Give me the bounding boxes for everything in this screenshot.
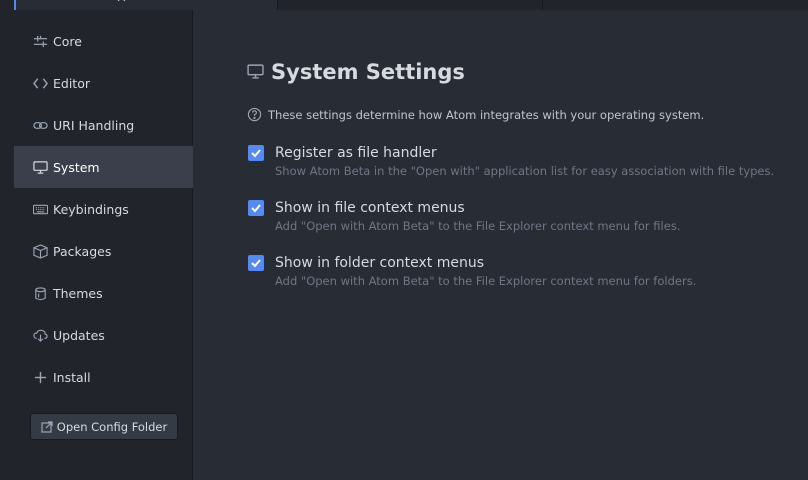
paintcan-icon	[32, 285, 48, 301]
cloud-download-icon	[32, 327, 48, 343]
plus-icon	[32, 369, 48, 385]
section-header: System Settings	[247, 60, 465, 84]
sidebar-item-uri-handling[interactable]: URI Handling	[14, 104, 193, 146]
setting-folder-context-menus: Show in folder context menus Add "Open w…	[248, 255, 696, 288]
register-file-handler-checkbox[interactable]	[248, 145, 264, 161]
dock-strip	[0, 10, 14, 480]
sidebar-item-label: Updates	[53, 327, 105, 343]
tab-settings[interactable]: ✕	[14, 0, 278, 10]
sidebar-item-editor[interactable]: Editor	[14, 62, 193, 104]
sidebar-item-updates[interactable]: Updates	[14, 314, 193, 356]
sidebar-item-label: Themes	[53, 285, 103, 301]
section-description: These settings determine how Atom integr…	[247, 107, 704, 122]
monitor-icon	[32, 159, 48, 175]
setting-title[interactable]: Show in file context menus	[275, 200, 465, 216]
tab-other[interactable]	[278, 0, 543, 10]
open-config-folder-label: Open Config Folder	[56, 419, 168, 434]
setting-register-file-handler: Register as file handler Show Atom Beta …	[248, 145, 774, 178]
settings-sidebar: Core Editor URI Handling System Keybindi…	[14, 10, 193, 480]
sidebar-item-label: Core	[53, 33, 82, 49]
open-config-folder-button[interactable]: Open Config Folder	[30, 413, 178, 440]
sidebar-item-system[interactable]: System	[14, 146, 193, 188]
link-external-icon	[41, 420, 53, 433]
setting-description: Add "Open with Atom Beta" to the File Ex…	[275, 219, 681, 233]
package-icon	[32, 243, 48, 259]
setting-file-context-menus: Show in file context menus Add "Open wit…	[248, 200, 680, 233]
file-context-menus-checkbox[interactable]	[248, 200, 264, 216]
sidebar-item-label: System	[53, 159, 100, 175]
monitor-icon	[247, 63, 265, 81]
folder-context-menus-checkbox[interactable]	[248, 255, 264, 271]
sidebar-item-themes[interactable]: Themes	[14, 272, 193, 314]
sidebar-item-label: Install	[53, 369, 91, 385]
tools-icon: ✕	[116, 0, 127, 6]
sidebar-item-keybindings[interactable]: Keybindings	[14, 188, 193, 230]
tab-bar: ✕	[0, 0, 808, 10]
sliders-icon	[32, 33, 48, 49]
sidebar-item-core[interactable]: Core	[14, 20, 193, 62]
sidebar-item-label: Editor	[53, 75, 90, 91]
question-icon	[247, 107, 262, 122]
keyboard-icon	[32, 201, 48, 217]
setting-description: Add "Open with Atom Beta" to the File Ex…	[275, 274, 697, 288]
setting-description: Show Atom Beta in the "Open with" applic…	[275, 164, 775, 178]
page-title: System Settings	[271, 60, 465, 84]
settings-panel: System Settings These settings determine…	[194, 10, 808, 480]
link-icon	[32, 117, 48, 133]
setting-title[interactable]: Show in folder context menus	[275, 255, 484, 271]
sidebar-item-packages[interactable]: Packages	[14, 230, 193, 272]
sidebar-item-label: Keybindings	[53, 201, 129, 217]
section-description-text: These settings determine how Atom integr…	[268, 107, 705, 122]
sidebar-item-label: URI Handling	[53, 117, 135, 133]
sidebar-item-label: Packages	[53, 243, 112, 259]
setting-title[interactable]: Register as file handler	[275, 145, 437, 161]
sidebar-item-install[interactable]: Install	[14, 356, 193, 398]
code-icon	[32, 75, 48, 91]
